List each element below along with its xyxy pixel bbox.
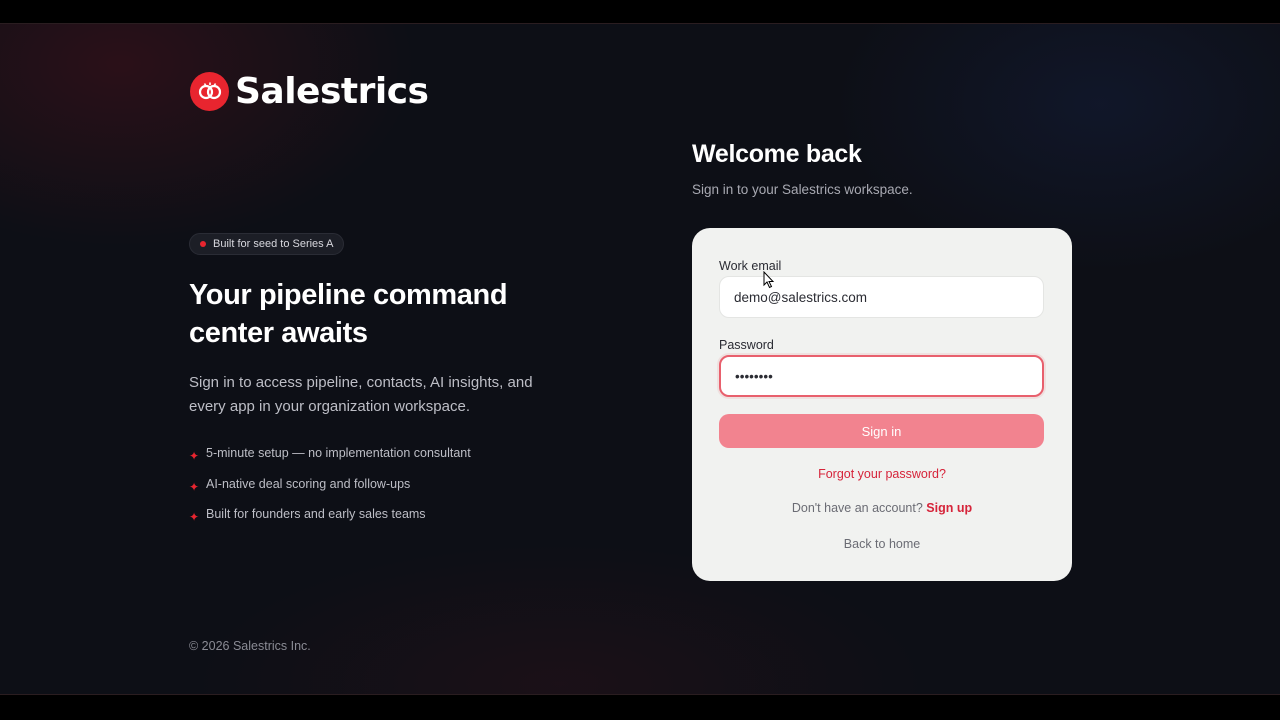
login-subtitle: Sign in to your Salestrics workspace. — [692, 182, 913, 197]
password-field[interactable] — [719, 355, 1044, 397]
back-to-home-link[interactable]: Back to home — [692, 537, 1072, 551]
copyright: © 2026 Salestrics Inc. — [189, 639, 311, 653]
no-account-text: Don't have an account? — [791, 501, 923, 515]
hero-headline: Your pipeline command center awaits — [189, 276, 609, 352]
feature-item: ✦ 5-minute setup — no implementation con… — [189, 438, 471, 469]
login-title: Welcome back — [692, 140, 862, 168]
linked-rings-icon — [190, 72, 229, 111]
feature-text: Built for founders and early sales teams — [206, 507, 426, 522]
letterbox-top — [0, 0, 1280, 23]
badge-label: Built for seed to Series A — [213, 238, 334, 250]
dot-icon — [200, 241, 206, 247]
headline-line-1: Your pipeline command — [189, 279, 508, 311]
letterbox-bottom — [0, 695, 1280, 720]
sparkle-icon: ✦ — [189, 449, 200, 464]
feature-text: 5-minute setup — no implementation consu… — [206, 446, 471, 461]
mouse-cursor-icon — [763, 271, 775, 289]
headline-line-2: center awaits — [189, 317, 368, 349]
feature-text: AI-native deal scoring and follow-ups — [206, 476, 411, 491]
signup-row: Don't have an account? Sign up — [692, 501, 1072, 515]
feature-item: ✦ AI-native deal scoring and follow-ups — [189, 469, 471, 500]
brand-name: Salestrics — [235, 71, 429, 112]
sign-up-link[interactable]: Sign up — [926, 501, 972, 515]
sparkle-icon: ✦ — [189, 479, 200, 494]
sign-in-button[interactable]: Sign in — [719, 414, 1044, 448]
password-label: Password — [719, 338, 774, 352]
feature-item: ✦ Built for founders and early sales tea… — [189, 499, 471, 530]
hero-subtext: Sign in to access pipeline, contacts, AI… — [189, 374, 533, 415]
forgot-password-link[interactable]: Forgot your password? — [692, 467, 1072, 481]
sparkle-icon: ✦ — [189, 510, 200, 525]
stage-badge: Built for seed to Series A — [189, 233, 345, 255]
login-card: Work email Password Sign in Forgot your … — [692, 228, 1072, 581]
feature-list: ✦ 5-minute setup — no implementation con… — [189, 438, 471, 530]
brand-logo[interactable]: Salestrics — [190, 71, 429, 112]
login-page: Salestrics Built for seed to Series A Yo… — [0, 23, 1280, 695]
